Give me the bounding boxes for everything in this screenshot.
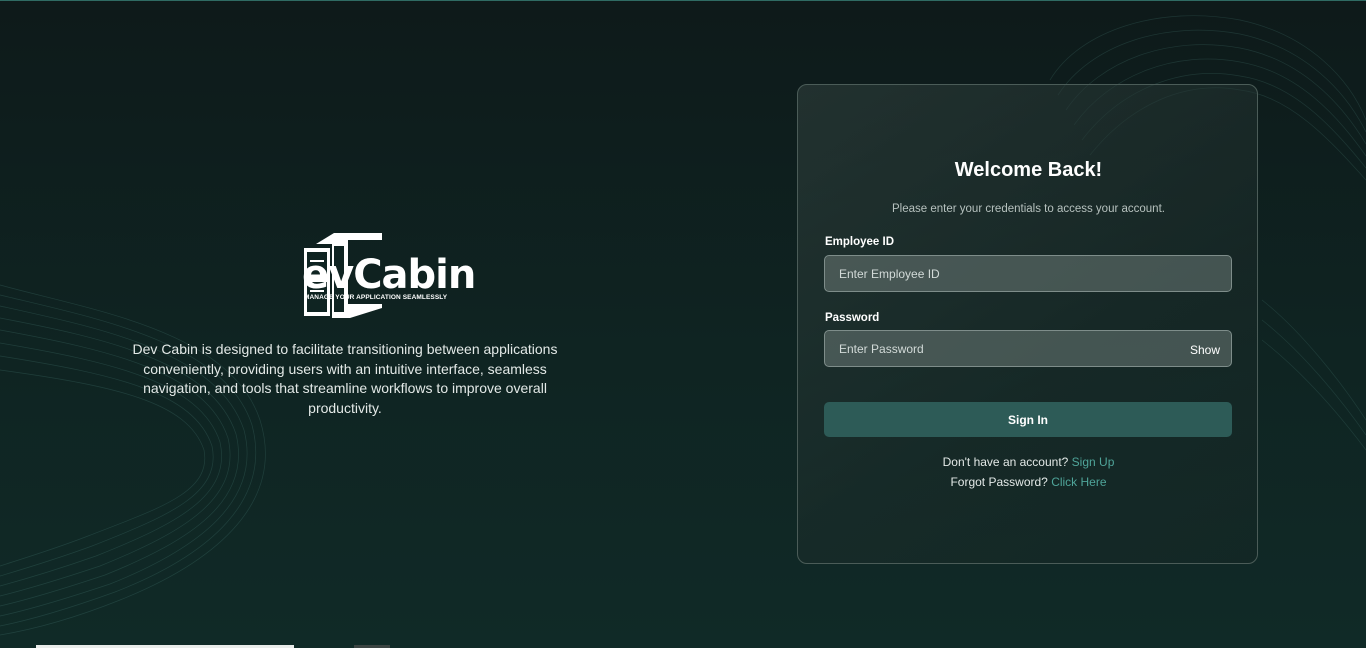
signup-prompt: Don't have an account? xyxy=(942,455,1069,469)
sign-in-button[interactable]: Sign In xyxy=(824,402,1232,437)
logo-wordmark: evCabin xyxy=(302,252,476,298)
forgot-password-line: Forgot Password? Click Here xyxy=(798,475,1259,489)
password-label: Password xyxy=(825,312,880,324)
login-card: Welcome Back! Please enter your credenti… xyxy=(797,84,1258,564)
employee-id-input[interactable] xyxy=(824,255,1232,292)
devcabin-logo: evCabin MANAGE YOUR APPLICATION SEAMLESS… xyxy=(224,230,476,322)
logo-tagline: MANAGE YOUR APPLICATION SEAMLESSLY xyxy=(304,294,448,301)
login-subtitle: Please enter your credentials to access … xyxy=(892,203,1165,215)
forgot-prompt: Forgot Password? xyxy=(950,475,1048,489)
forgot-password-link[interactable]: Click Here xyxy=(1051,475,1106,489)
login-title: Welcome Back! xyxy=(954,159,1103,181)
password-input[interactable] xyxy=(824,330,1232,367)
signup-line: Don't have an account? Sign Up xyxy=(798,455,1259,469)
sign-up-link[interactable]: Sign Up xyxy=(1072,455,1115,469)
brand-description: Dev Cabin is designed to facilitate tran… xyxy=(132,341,558,416)
show-password-toggle[interactable]: Show xyxy=(1190,343,1220,357)
employee-id-label: Employee ID xyxy=(825,236,895,248)
